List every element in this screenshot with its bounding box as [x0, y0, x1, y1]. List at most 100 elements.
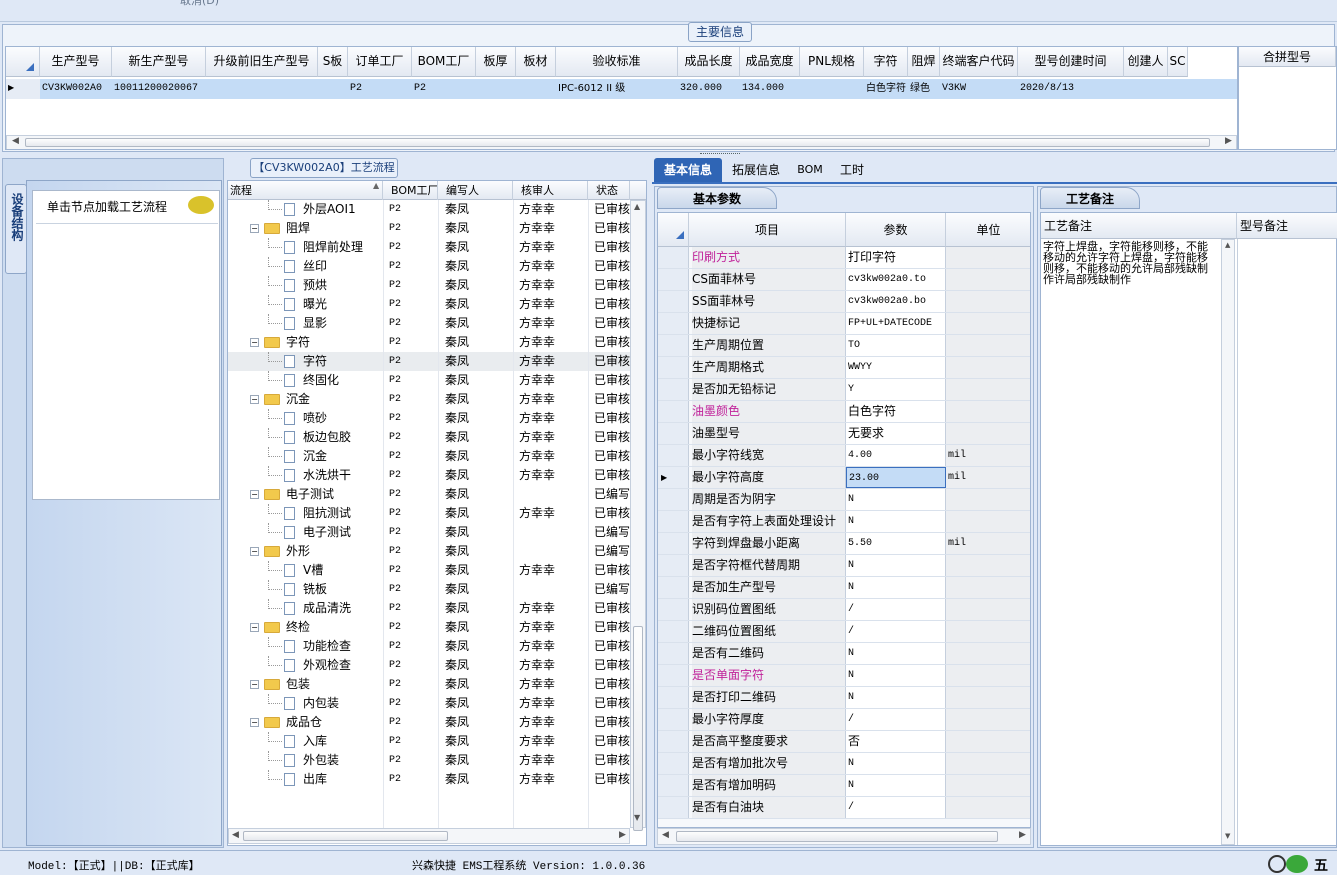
param-row[interactable]: 生产周期格式 WWYY: [658, 357, 1030, 379]
main-info-col-header[interactable]: 型号创建时间: [1018, 47, 1124, 77]
param-row[interactable]: 是否有二维码 N: [658, 643, 1030, 665]
tree-row[interactable]: − 成品仓 P2 秦凤 方幸幸 已审核: [228, 713, 630, 732]
param-row[interactable]: 是否有白油块 /: [658, 797, 1030, 819]
tree-col-header[interactable]: 状态: [588, 181, 630, 200]
param-row[interactable]: 最小字符线宽 4.00 mil: [658, 445, 1030, 467]
tree-row[interactable]: 喷砂 P2 秦凤 方幸幸 已审核: [228, 409, 630, 428]
tree-row[interactable]: 铣板 P2 秦凤 已编写: [228, 580, 630, 599]
params-col-value[interactable]: 参数: [846, 213, 946, 247]
tree-row[interactable]: 阻焊前处理 P2 秦凤 方幸幸 已审核: [228, 238, 630, 257]
tree-row[interactable]: 板边包胶 P2 秦凤 方幸幸 已审核: [228, 428, 630, 447]
tree-row[interactable]: 显影 P2 秦凤 方幸幸 已审核: [228, 314, 630, 333]
cut-button-label[interactable]: 取消(D): [180, 0, 219, 8]
param-value[interactable]: TO: [846, 335, 946, 356]
main-info-cell[interactable]: [516, 79, 556, 99]
tree-row[interactable]: 外观检查 P2 秦凤 方幸幸 已审核: [228, 656, 630, 675]
main-info-col-header[interactable]: 新生产型号: [112, 47, 206, 77]
tree-row[interactable]: 内包装 P2 秦凤 方幸幸 已审核: [228, 694, 630, 713]
param-row[interactable]: 是否加无铅标记 Y: [658, 379, 1030, 401]
remarks-col-process[interactable]: 工艺备注: [1041, 213, 1237, 239]
param-row[interactable]: 是否高平整度要求否: [658, 731, 1030, 753]
main-info-cell[interactable]: 10011200020067: [112, 79, 206, 99]
main-info-cell[interactable]: [1124, 79, 1168, 99]
main-info-cell[interactable]: 白色字符: [864, 79, 908, 99]
params-col-item[interactable]: 项目: [689, 213, 846, 247]
table-row[interactable]: ▶ CV3KW002A0 10011200020067 P2 P2 IPC-6012 II…: [6, 79, 1237, 99]
tree-col-header[interactable]: 核审人: [513, 181, 588, 200]
param-value[interactable]: 23.00: [846, 467, 946, 488]
collapse-toggle-icon[interactable]: −: [250, 338, 259, 347]
tree-col-header[interactable]: 流程: [228, 181, 383, 200]
param-row[interactable]: 是否单面字符 N: [658, 665, 1030, 687]
collapse-toggle-icon[interactable]: −: [250, 623, 259, 632]
main-info-cell[interactable]: 绿色: [908, 79, 940, 99]
param-row[interactable]: 是否有增加明码 N: [658, 775, 1030, 797]
main-info-cell[interactable]: [206, 79, 318, 99]
remarks-vscrollbar[interactable]: ▲ ▼: [1221, 239, 1235, 845]
main-info-cell[interactable]: 320.000: [678, 79, 740, 99]
param-value[interactable]: 无要求: [846, 423, 946, 444]
main-info-cell[interactable]: 2020/8/13: [1018, 79, 1124, 99]
tab-work-hours[interactable]: 工时: [834, 158, 870, 182]
param-value[interactable]: N: [846, 687, 946, 708]
tree-row[interactable]: − 外形 P2 秦凤 已编写: [228, 542, 630, 561]
tree-row[interactable]: V槽 P2 秦凤 方幸幸 已审核: [228, 561, 630, 580]
main-info-col-header[interactable]: S板: [318, 47, 348, 77]
param-row[interactable]: 油墨颜色 白色字符: [658, 401, 1030, 423]
main-info-cell[interactable]: V3KW: [940, 79, 1018, 99]
main-info-cell[interactable]: IPC-6012 II 级: [556, 79, 678, 99]
main-info-col-header[interactable]: 终端客户代码: [940, 47, 1018, 77]
param-value[interactable]: WWYY: [846, 357, 946, 378]
tree-row[interactable]: 丝印 P2 秦凤 方幸幸 已审核: [228, 257, 630, 276]
param-value[interactable]: /: [846, 797, 946, 818]
params-hscrollbar[interactable]: ◀ ▶: [657, 828, 1031, 845]
tree-row[interactable]: − 包装 P2 秦凤 方幸幸 已审核: [228, 675, 630, 694]
param-value[interactable]: N: [846, 489, 946, 510]
main-info-col-header[interactable]: 板厚: [476, 47, 516, 77]
param-row[interactable]: 是否有增加批次号 N: [658, 753, 1030, 775]
tree-col-header[interactable]: BOM工厂: [383, 181, 438, 200]
tree-row[interactable]: 功能检查 P2 秦凤 方幸幸 已审核: [228, 637, 630, 656]
main-info-cell[interactable]: [476, 79, 516, 99]
main-info-col-header[interactable]: 字符: [864, 47, 908, 77]
param-value[interactable]: N: [846, 665, 946, 686]
device-tree-list[interactable]: 单击节点加载工艺流程: [32, 190, 220, 500]
main-info-col-header[interactable]: 阻焊: [908, 47, 940, 77]
param-value[interactable]: N: [846, 555, 946, 576]
tab-bom[interactable]: BOM: [792, 158, 828, 182]
main-info-col-header[interactable]: PNL规格: [800, 47, 864, 77]
param-value[interactable]: 白色字符: [846, 401, 946, 422]
main-info-col-header[interactable]: 成品宽度: [740, 47, 800, 77]
collapse-toggle-icon[interactable]: −: [250, 490, 259, 499]
collapse-toggle-icon[interactable]: −: [250, 224, 259, 233]
param-value[interactable]: /: [846, 709, 946, 730]
param-row[interactable]: 是否有字符上表面处理设计 N: [658, 511, 1030, 533]
params-col-unit[interactable]: 单位: [946, 213, 1030, 247]
main-info-cell[interactable]: 134.000: [740, 79, 800, 99]
param-value[interactable]: N: [846, 511, 946, 532]
tree-row[interactable]: 出库 P2 秦凤 方幸幸 已审核: [228, 770, 630, 789]
param-row[interactable]: 识别码位置图纸 /: [658, 599, 1030, 621]
tree-row[interactable]: − 沉金 P2 秦凤 方幸幸 已审核: [228, 390, 630, 409]
param-value[interactable]: cv3kw002a0.to: [846, 269, 946, 290]
tree-row[interactable]: 曝光 P2 秦凤 方幸幸 已审核: [228, 295, 630, 314]
collapse-toggle-icon[interactable]: −: [250, 718, 259, 727]
tree-row[interactable]: 水洗烘干 P2 秦凤 方幸幸 已审核: [228, 466, 630, 485]
tree-row[interactable]: − 电子测试 P2 秦凤 已编写: [228, 485, 630, 504]
main-info-col-header[interactable]: SC: [1168, 47, 1188, 77]
main-info-cell[interactable]: [800, 79, 864, 99]
param-row[interactable]: 是否字符框代替周期 N: [658, 555, 1030, 577]
main-info-col-header[interactable]: 订单工厂: [348, 47, 412, 77]
tab-extended-info[interactable]: 拓展信息: [726, 158, 786, 182]
param-value[interactable]: /: [846, 599, 946, 620]
main-info-cell[interactable]: P2: [412, 79, 476, 99]
param-value[interactable]: N: [846, 577, 946, 598]
tree-row[interactable]: − 阻焊 P2 秦凤 方幸幸 已审核: [228, 219, 630, 238]
param-row[interactable]: 是否加生产型号 N: [658, 577, 1030, 599]
param-value[interactable]: /: [846, 621, 946, 642]
param-row[interactable]: SS面菲林号 cv3kw002a0.bo: [658, 291, 1030, 313]
tree-row[interactable]: 外包装 P2 秦凤 方幸幸 已审核: [228, 751, 630, 770]
param-value[interactable]: N: [846, 753, 946, 774]
main-info-col-header[interactable]: 验收标准: [556, 47, 678, 77]
main-info-cell[interactable]: P2: [348, 79, 412, 99]
